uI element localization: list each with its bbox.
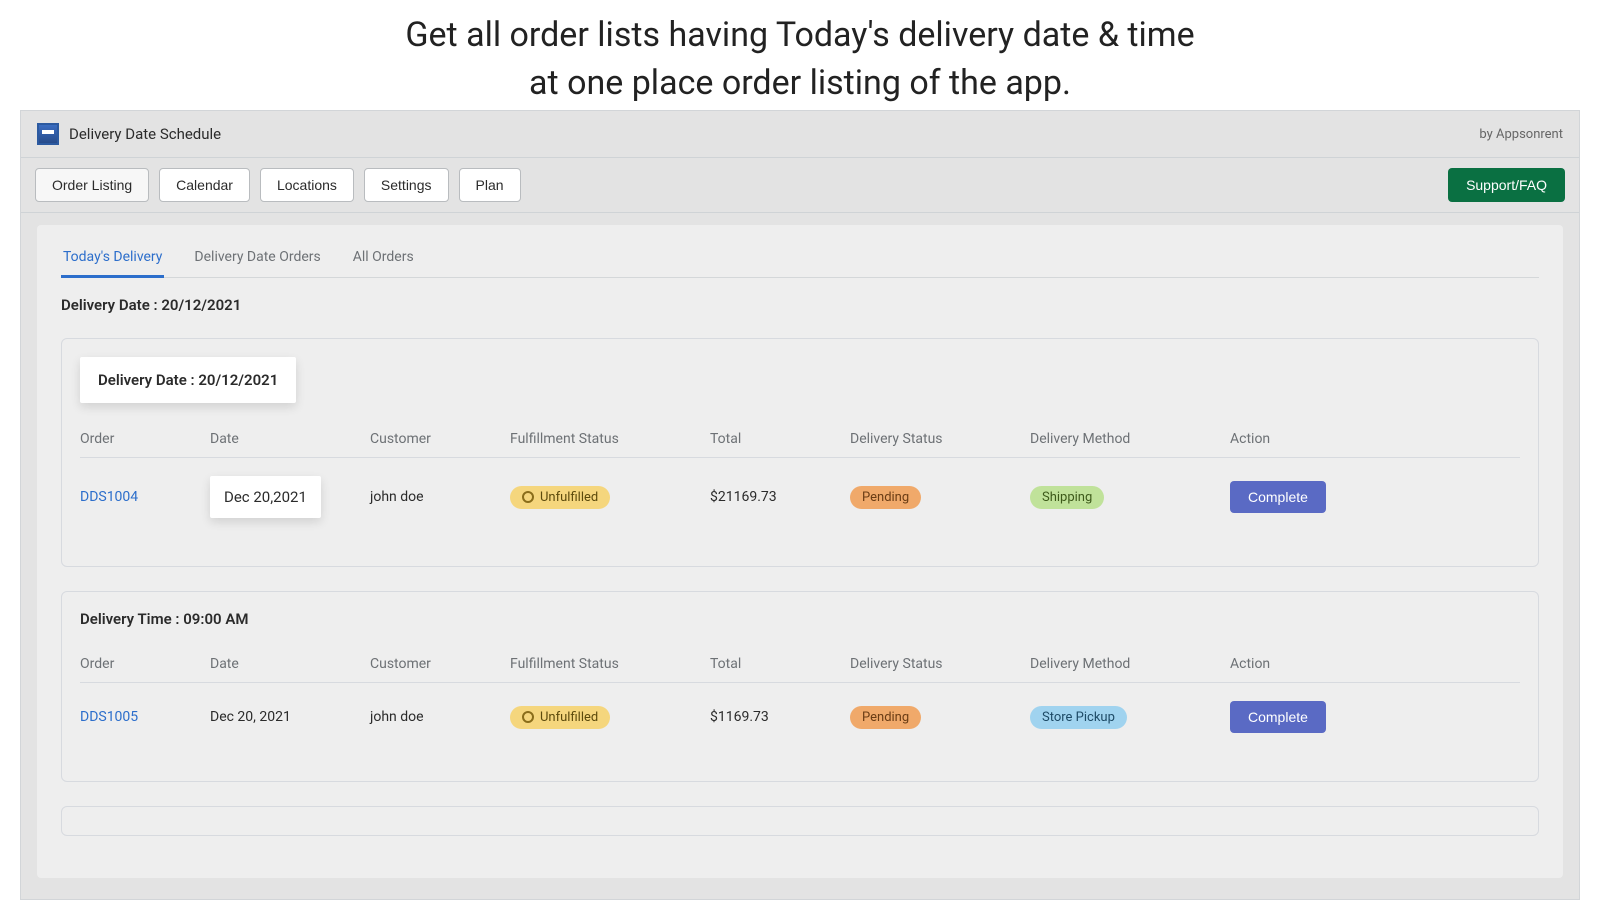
col-date: Date	[210, 431, 370, 447]
app-title: Delivery Date Schedule	[69, 125, 221, 143]
app-icon	[37, 123, 59, 145]
col-customer: Customer	[370, 431, 510, 447]
nav-settings[interactable]: Settings	[364, 168, 449, 202]
total-cell: $21169.73	[710, 489, 850, 505]
table-header: Order Date Customer Fulfillment Status T…	[80, 421, 1520, 458]
tab-delivery-date-orders[interactable]: Delivery Date Orders	[192, 239, 322, 277]
tabs: Today's Delivery Delivery Date Orders Al…	[61, 239, 1539, 278]
app-window: Delivery Date Schedule by Appsonrent Ord…	[20, 110, 1580, 900]
table-row: DDS1005 Dec 20, 2021 john doe Unfulfille…	[80, 683, 1520, 751]
delivery-status-badge: Pending	[850, 706, 921, 729]
col-delivery-method: Delivery Method	[1030, 656, 1230, 672]
hero-caption: Get all order lists having Today's deliv…	[0, 0, 1600, 117]
delivery-method-badge: Shipping	[1030, 486, 1104, 509]
date-highlight: Dec 20,2021	[210, 476, 321, 518]
col-order: Order	[80, 431, 210, 447]
next-section-peek	[61, 806, 1539, 836]
hero-line-1: Get all order lists having Today's deliv…	[0, 12, 1600, 60]
fulfillment-badge: Unfulfilled	[510, 706, 610, 729]
col-fulfillment: Fulfillment Status	[510, 656, 710, 672]
col-action: Action	[1230, 656, 1520, 672]
date-cell: Dec 20, 2021	[210, 709, 370, 725]
orders-table-2: Order Date Customer Fulfillment Status T…	[80, 646, 1520, 751]
nav-plan[interactable]: Plan	[459, 168, 521, 202]
complete-button[interactable]: Complete	[1230, 481, 1326, 513]
customer-cell: john doe	[370, 709, 510, 725]
col-total: Total	[710, 431, 850, 447]
col-total: Total	[710, 656, 850, 672]
order-link[interactable]: DDS1004	[80, 489, 138, 505]
fulfillment-badge: Unfulfilled	[510, 486, 610, 509]
title-left: Delivery Date Schedule	[37, 123, 221, 145]
delivery-time-heading: Delivery Time : 09:00 AM	[80, 610, 1520, 628]
col-fulfillment: Fulfillment Status	[510, 431, 710, 447]
col-customer: Customer	[370, 656, 510, 672]
delivery-status-badge: Pending	[850, 486, 921, 509]
complete-button[interactable]: Complete	[1230, 701, 1326, 733]
customer-cell: john doe	[370, 489, 510, 505]
page-delivery-date: Delivery Date : 20/12/2021	[61, 296, 1539, 314]
vendor-byline: by Appsonrent	[1479, 127, 1563, 142]
total-cell: $1169.73	[710, 709, 850, 725]
col-delivery-status: Delivery Status	[850, 656, 1030, 672]
delivery-date-section: Delivery Date : 20/12/2021 Order Date Cu…	[61, 338, 1539, 567]
main-card: Today's Delivery Delivery Date Orders Al…	[37, 225, 1563, 878]
content-area: Today's Delivery Delivery Date Orders Al…	[21, 213, 1579, 899]
table-header: Order Date Customer Fulfillment Status T…	[80, 646, 1520, 683]
delivery-time-section: Delivery Time : 09:00 AM Order Date Cust…	[61, 591, 1539, 782]
toolbar: Order Listing Calendar Locations Setting…	[21, 158, 1579, 213]
col-delivery-method: Delivery Method	[1030, 431, 1230, 447]
nav-locations[interactable]: Locations	[260, 168, 354, 202]
col-order: Order	[80, 656, 210, 672]
support-faq-button[interactable]: Support/FAQ	[1448, 168, 1565, 202]
col-date: Date	[210, 656, 370, 672]
tab-all-orders[interactable]: All Orders	[351, 239, 416, 277]
col-action: Action	[1230, 431, 1520, 447]
delivery-date-callout: Delivery Date : 20/12/2021	[80, 357, 296, 403]
col-delivery-status: Delivery Status	[850, 431, 1030, 447]
hero-line-2: at one place order listing of the app.	[0, 60, 1600, 108]
tab-todays-delivery[interactable]: Today's Delivery	[61, 239, 164, 278]
table-row: DDS1004 Dec 20,2021 john doe Unfulfilled…	[80, 458, 1520, 536]
title-bar: Delivery Date Schedule by Appsonrent	[21, 111, 1579, 158]
order-link[interactable]: DDS1005	[80, 709, 138, 725]
nav-calendar[interactable]: Calendar	[159, 168, 250, 202]
nav-order-listing[interactable]: Order Listing	[35, 168, 149, 202]
delivery-method-badge: Store Pickup	[1030, 706, 1127, 729]
orders-table-1: Order Date Customer Fulfillment Status T…	[80, 421, 1520, 536]
